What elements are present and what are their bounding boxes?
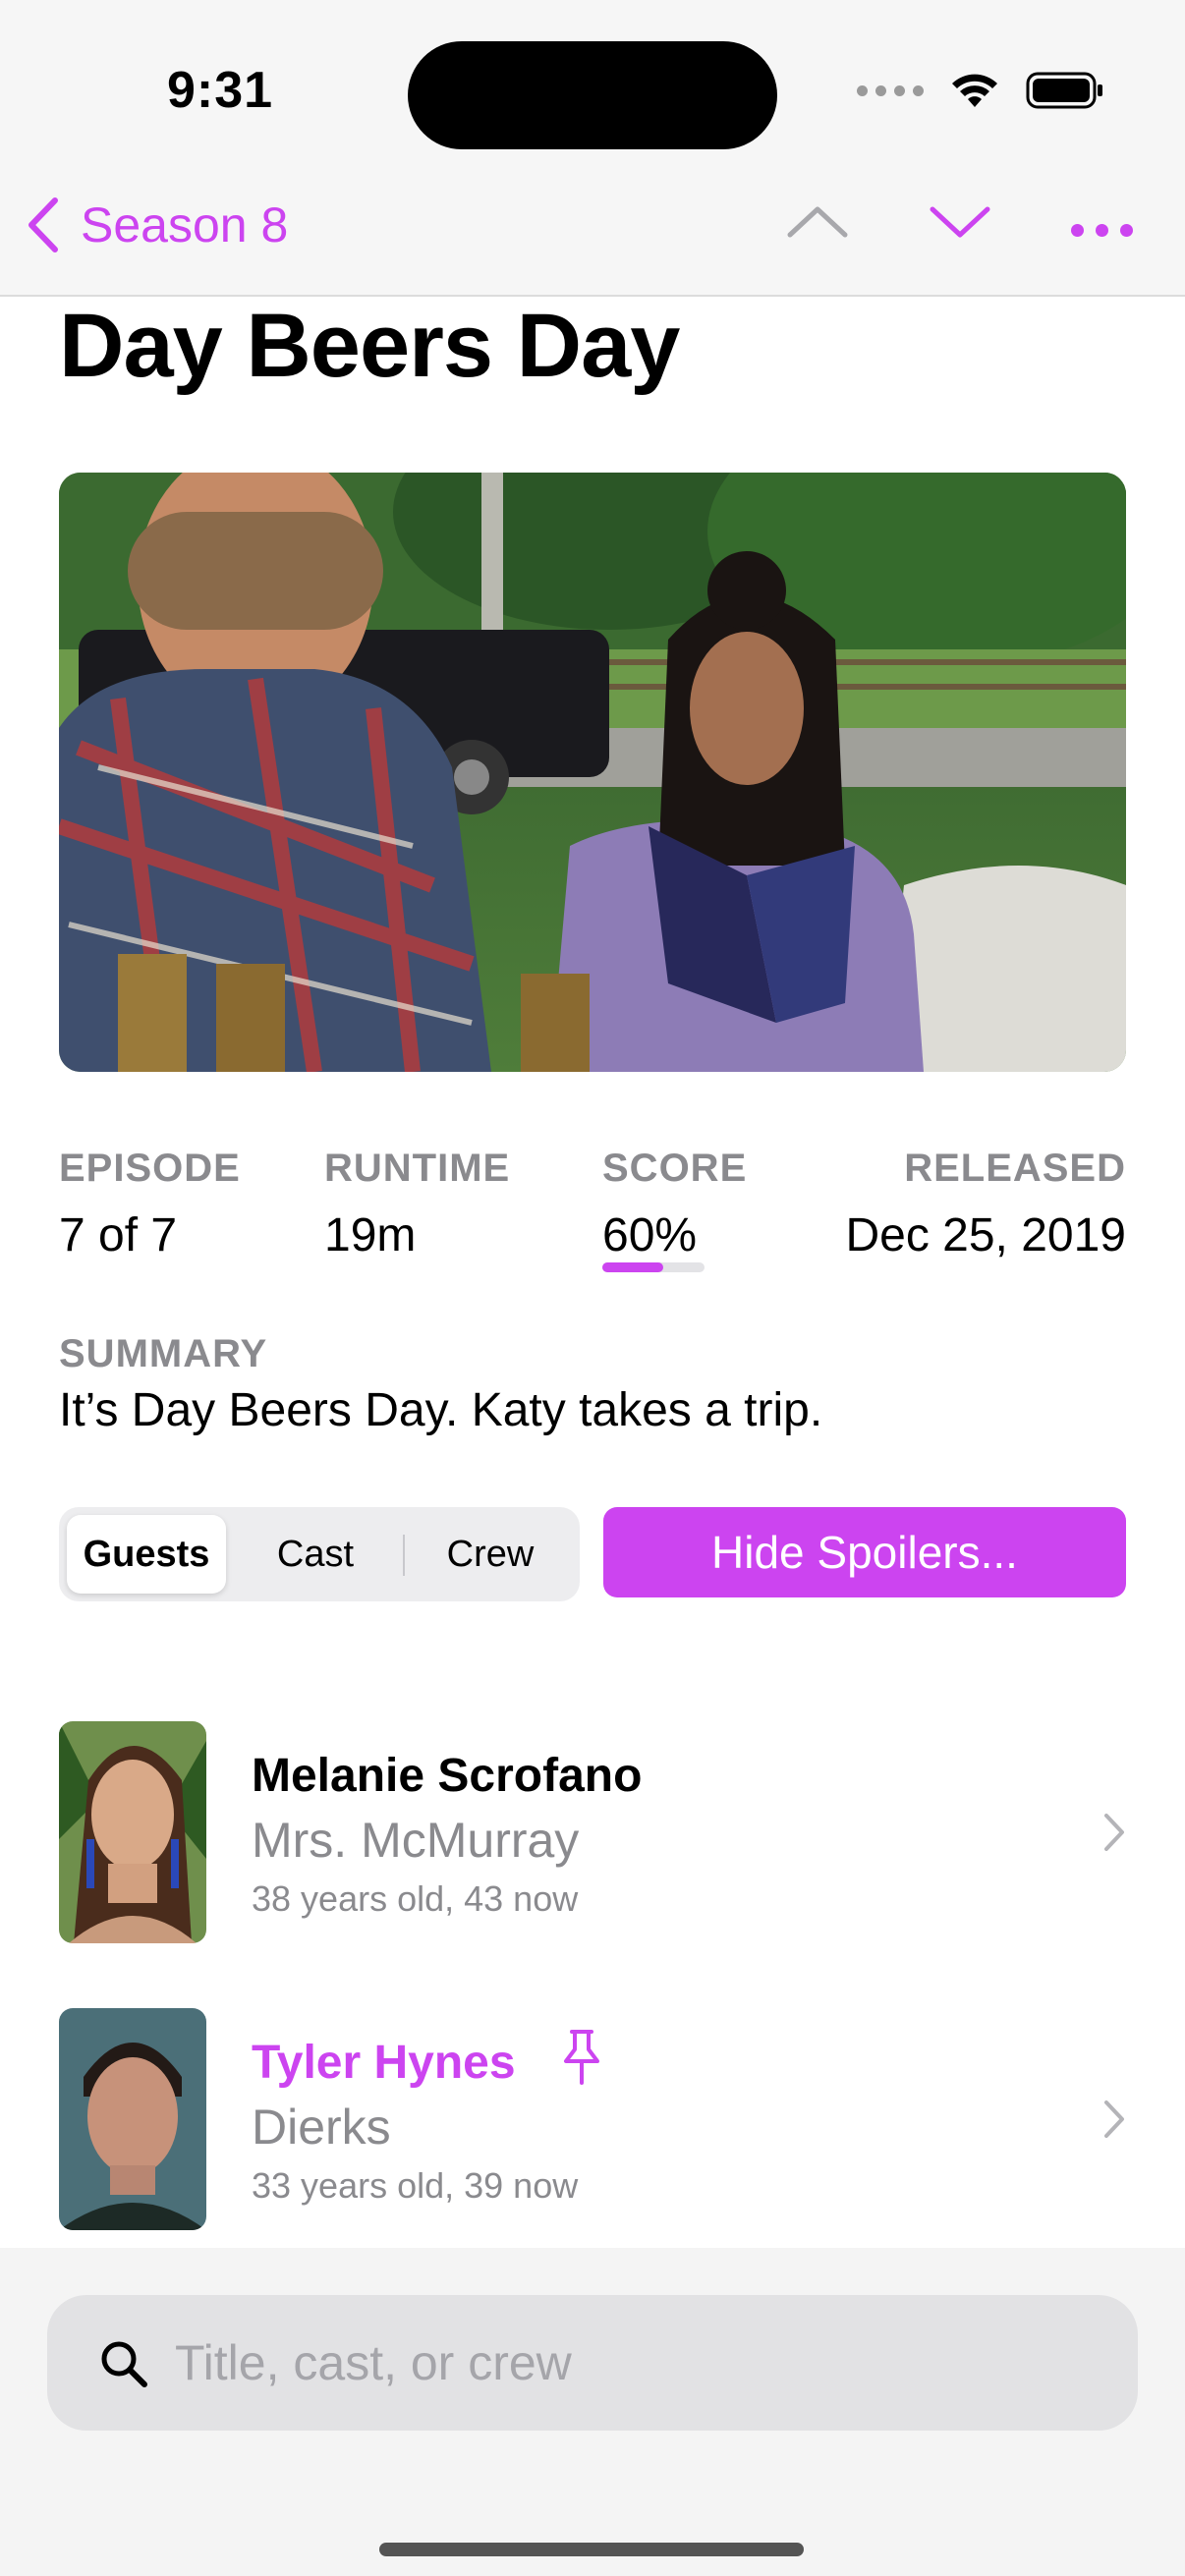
runtime-info: RUNTIME 19m xyxy=(324,1147,510,1262)
home-indicator xyxy=(379,2543,804,2556)
search-input[interactable] xyxy=(175,2295,1099,2431)
episode-info: EPISODE 7 of 7 xyxy=(59,1147,241,1262)
episode-label: EPISODE xyxy=(59,1147,241,1190)
people-segmented-control: Guests Cast Crew xyxy=(59,1507,580,1601)
battery-icon xyxy=(1026,72,1102,109)
chevron-right-icon xyxy=(1104,1814,1124,1851)
back-label: Season 8 xyxy=(81,197,289,252)
top-bar: 9:31 Season 8 xyxy=(0,0,1185,297)
pin-icon xyxy=(564,2030,599,2085)
score-info: SCORE 60% xyxy=(602,1147,748,1272)
search-field[interactable] xyxy=(47,2295,1138,2431)
released-label: RELEASED xyxy=(904,1147,1126,1190)
person-age: 38 years old, 43 now xyxy=(252,1878,579,1919)
score-value: 60% xyxy=(602,1209,698,1261)
score-bar-fill xyxy=(602,1262,664,1272)
back-button[interactable]: Season 8 xyxy=(26,196,288,253)
person-name: Tyler Hynes xyxy=(252,2037,516,2089)
dynamic-island xyxy=(408,41,777,149)
score-bar xyxy=(602,1262,705,1272)
episode-title: Day Beers Day xyxy=(59,296,680,396)
released-info: RELEASED Dec 25, 2019 xyxy=(845,1147,1126,1262)
cellular-signal-icon xyxy=(857,84,924,96)
person-age: 33 years old, 39 now xyxy=(252,2165,579,2206)
released-value: Dec 25, 2019 xyxy=(845,1209,1126,1261)
list-item[interactable]: Tyler Hynes Dierks 33 years old, 39 now xyxy=(59,2008,1126,2230)
hide-spoilers-button[interactable]: Hide Spoilers... xyxy=(603,1507,1126,1597)
status-icons xyxy=(857,71,1104,110)
chevron-right-icon xyxy=(1104,2100,1124,2138)
runtime-label: RUNTIME xyxy=(324,1147,511,1190)
person-role: Dierks xyxy=(252,2100,391,2155)
next-episode-button[interactable] xyxy=(929,201,991,241)
episode-still-image xyxy=(59,473,1126,1072)
avatar xyxy=(59,2008,206,2230)
chevron-left-icon xyxy=(28,197,58,252)
tab-crew[interactable]: Crew xyxy=(407,1515,574,1594)
runtime-value: 19m xyxy=(324,1209,417,1261)
avatar xyxy=(59,1721,206,1943)
episode-meta: EPISODE 7 of 7 RUNTIME 19m SCORE 60% REL… xyxy=(59,1147,1126,1284)
score-label: SCORE xyxy=(602,1147,748,1190)
person-name: Melanie Scrofano xyxy=(252,1750,643,1802)
episode-value: 7 of 7 xyxy=(59,1209,178,1261)
bottom-search-bar xyxy=(0,2248,1185,2576)
summary-text: It’s Day Beers Day. Katy takes a trip. xyxy=(59,1384,823,1436)
summary-label: SUMMARY xyxy=(59,1332,268,1375)
list-item[interactable]: Melanie Scrofano Mrs. McMurray 38 years … xyxy=(59,1721,1126,1943)
person-role: Mrs. McMurray xyxy=(252,1813,580,1868)
tab-cast[interactable]: Cast xyxy=(232,1515,399,1594)
more-icon[interactable] xyxy=(1071,224,1133,237)
wifi-icon xyxy=(952,74,997,107)
search-icon xyxy=(101,2341,147,2387)
status-time: 9:31 xyxy=(167,62,274,119)
previous-episode-button[interactable] xyxy=(786,201,849,241)
tab-guests[interactable]: Guests xyxy=(67,1515,226,1594)
segment-divider xyxy=(403,1535,405,1576)
